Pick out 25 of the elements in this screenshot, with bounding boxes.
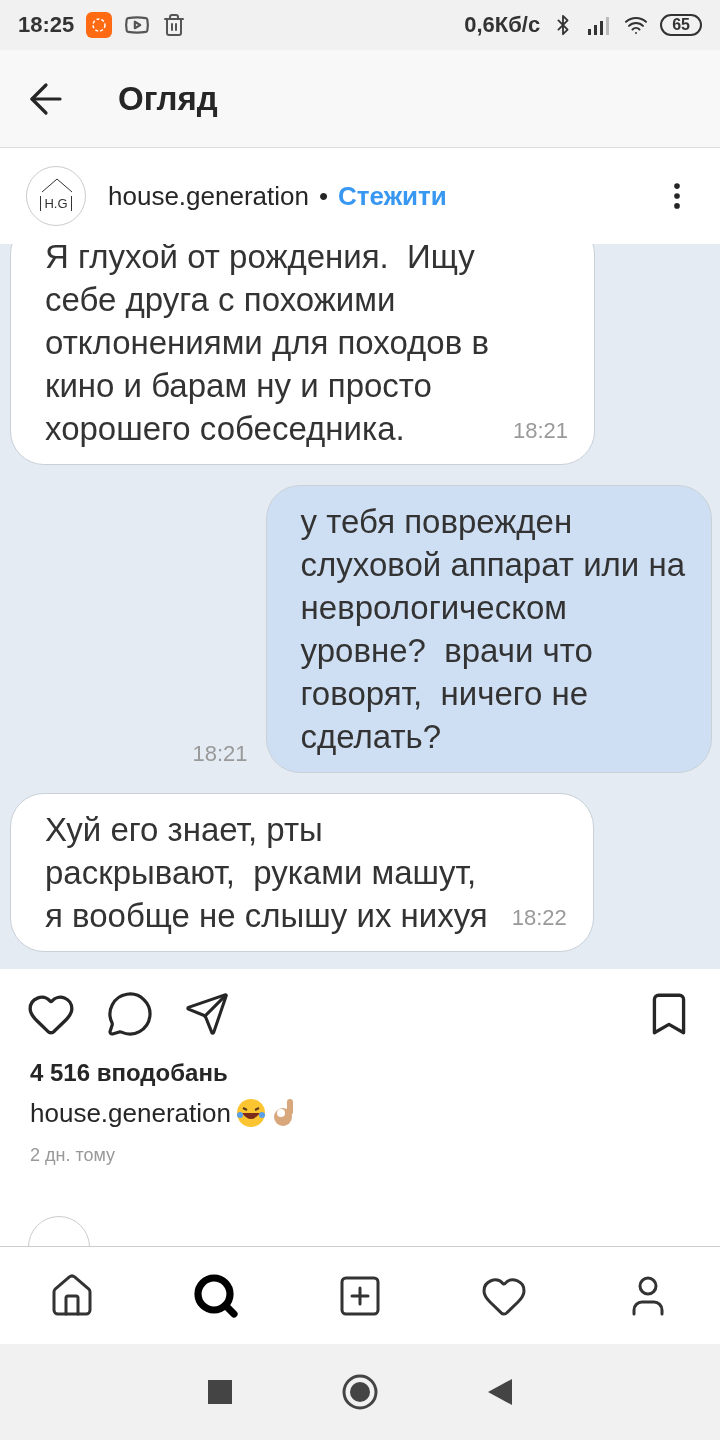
message-time: 18:21 [192, 741, 248, 767]
separator-dot: • [318, 180, 329, 212]
message-text: у тебя поврежден слуховой аппарат или на неврологическом уровне? врачи что говорят, ничего не сделать? [300, 502, 685, 757]
post-time: 2 дн. тому [30, 1145, 117, 1166]
trash-icon [162, 13, 187, 37]
message-text: Хуй его знает, рты раскрывают, руками машут, я вообще не слышу их нихуя [45, 810, 488, 936]
clock: 18:25 [18, 12, 75, 38]
message-text: Я глухой от рождения. Ищу себе друга с похожими отклонениями для походов в кино и барам ну и просто хорошего собеседника. [45, 244, 489, 449]
likes-count[interactable]: 4 516 вподобань [30, 1059, 690, 1087]
search-icon[interactable] [192, 1271, 240, 1320]
house-roof-icon [41, 177, 73, 193]
battery-icon: 65 [660, 14, 702, 36]
page-title: Огляд [118, 79, 218, 118]
message-time: 18:21 [512, 418, 568, 444]
back-triangle-icon[interactable] [488, 1379, 512, 1405]
message-time: 18:22 [511, 905, 567, 931]
username[interactable]: house.generation [108, 180, 309, 212]
home-button-icon[interactable] [342, 1374, 378, 1410]
network-speed: 0,6Кб/с [464, 12, 541, 38]
caption-username[interactable]: house.generation [30, 1097, 231, 1129]
share-icon[interactable] [184, 991, 230, 1037]
mi-app-icon [86, 12, 113, 38]
avatar-logo-text: H.G [40, 196, 72, 211]
laughing-emoji-icon [234, 1097, 267, 1129]
comment-icon[interactable] [106, 990, 154, 1038]
